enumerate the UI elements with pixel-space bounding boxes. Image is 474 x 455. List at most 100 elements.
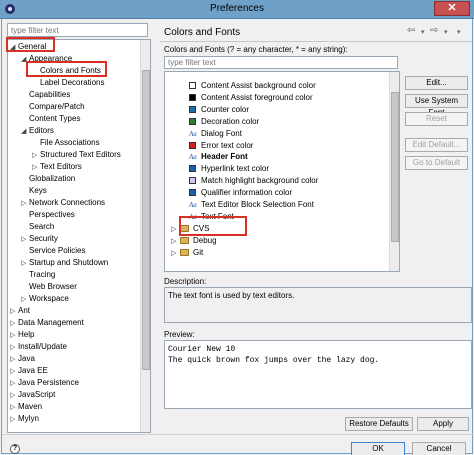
restore-defaults-button[interactable]: Restore Defaults (345, 417, 413, 431)
tree-item[interactable]: Globalization (21, 173, 75, 185)
tree-item[interactable]: ▷ Data Management (10, 317, 84, 329)
color-swatch-icon (189, 117, 196, 125)
color-font-item[interactable]: Decoration color (189, 116, 259, 128)
tree-item[interactable]: Keys (21, 185, 47, 197)
color-font-item[interactable]: Error text color (189, 140, 253, 152)
collapse-arrow-icon[interactable]: ▷ (10, 414, 18, 426)
tree-item-label: Tracing (29, 270, 56, 279)
color-font-label: Debug (193, 235, 217, 245)
colors-tree-scrollbar-thumb[interactable] (391, 92, 399, 242)
expand-arrow-icon[interactable]: ◢ (21, 126, 29, 138)
tree-item-label: Label Decorations (40, 78, 105, 87)
colors-tree-scrollbar[interactable] (389, 72, 399, 271)
page-title: Colors and Fonts (164, 27, 241, 38)
tree-item[interactable]: ◢ Editors (21, 125, 54, 137)
edit-button[interactable]: Edit... (405, 76, 468, 90)
tree-item[interactable]: Perspectives (21, 209, 75, 221)
color-swatch-icon (189, 82, 196, 89)
tree-item[interactable]: ▷ Workspace (21, 293, 69, 305)
tree-item-label: Keys (29, 186, 47, 195)
tree-item[interactable]: ▷ Security (21, 233, 58, 245)
tree-item-label: Help (18, 330, 35, 339)
color-font-item[interactable]: ▷ Git (171, 247, 203, 259)
preferences-window: ◢General◢AppearanceColors and FontsLabel… (1, 19, 474, 455)
tree-item[interactable]: Service Policies (21, 245, 85, 257)
tree-item[interactable]: Capabilities (21, 89, 70, 101)
color-font-item[interactable]: Content Assist background color (189, 80, 316, 92)
highlight-general (6, 37, 55, 52)
tree-item-label: Ant (18, 306, 31, 315)
tree-item[interactable]: ▷ Maven (10, 401, 42, 413)
tree-item[interactable]: ▷ Ant (10, 305, 30, 317)
color-font-label: Header Font (201, 152, 248, 162)
tree-item[interactable]: ▷ Startup and Shutdown (21, 257, 108, 269)
tree-item[interactable]: Search (21, 221, 54, 233)
tree-item[interactable]: ▷ Structured Text Editors (32, 149, 121, 161)
view-menu-icon[interactable]: ▾ (457, 28, 461, 36)
tree-item[interactable]: ▷ Network Connections (21, 197, 105, 209)
folder-icon (180, 236, 189, 244)
tree-item[interactable]: ▷ JavaScript (10, 389, 55, 401)
back-icon[interactable]: ⇦ (407, 25, 415, 36)
use-system-font-button[interactable]: Use System Font (405, 94, 468, 117)
preferences-tree: ◢ General ◢ Appearance Colors and Fonts Label… (7, 39, 151, 433)
help-icon[interactable]: ? (10, 444, 20, 454)
tree-item[interactable]: ▷ Java EE (10, 365, 48, 377)
font-icon: Aa (189, 153, 197, 162)
color-font-item[interactable]: Match highlight background color (189, 175, 318, 187)
color-swatch-icon (189, 189, 196, 197)
tree-item[interactable]: ▷ Mylyn (10, 413, 39, 425)
tree-item[interactable]: ▷ Help (10, 329, 34, 341)
tree-item[interactable]: Tracing (21, 269, 55, 281)
tree-item-label: Network Connections (29, 198, 106, 207)
preview-line: The quick brown fox jumps over the lazy … (168, 356, 380, 365)
color-font-label: Text Editor Block Selection Font (201, 200, 314, 209)
edit-default-button[interactable]: Edit Default... (405, 138, 468, 152)
color-font-item[interactable]: Content Assist foreground color (189, 92, 313, 104)
tree-item-label: Workspace (29, 294, 69, 303)
forward-icon[interactable]: ⇨ (430, 25, 438, 36)
tree-item[interactable]: Content Types (21, 113, 80, 125)
back-menu-icon[interactable]: ▾ (421, 28, 425, 36)
tree-item[interactable]: ▷ Install/Update (10, 341, 67, 353)
tree-item[interactable]: ▷ Java Persistence (10, 377, 79, 389)
colors-filter-input[interactable] (164, 56, 398, 69)
go-to-default-button[interactable]: Go to Default (405, 156, 468, 170)
font-icon: Aa (189, 201, 197, 209)
tree-item-label: Service Policies (29, 246, 86, 255)
tree-item[interactable]: ▷ Text Editors (32, 161, 82, 173)
filter-input[interactable] (7, 23, 148, 37)
tree-item-label: Editors (29, 126, 54, 135)
color-font-item[interactable]: Qualifier information color (189, 187, 292, 199)
tree-item-label: Web Browser (29, 282, 77, 291)
tree-item-label: JavaScript (18, 390, 56, 399)
tree-item[interactable]: Web Browser (21, 281, 77, 293)
reset-button[interactable]: Reset (405, 112, 468, 126)
filter-hint: Colors and Fonts (? = any character, * =… (164, 45, 348, 54)
color-font-item[interactable]: ▷ Debug (171, 235, 217, 247)
tree-scrollbar-thumb[interactable] (142, 70, 150, 370)
forward-menu-icon[interactable]: ▾ (444, 28, 448, 36)
close-button[interactable]: ✕ (434, 1, 470, 16)
tree-item[interactable]: ▷ Java (10, 353, 35, 365)
collapse-arrow-icon[interactable]: ▷ (171, 248, 180, 260)
color-font-item[interactable]: Aa Text Editor Block Selection Font (189, 199, 314, 211)
color-font-label: Error text color (201, 140, 254, 150)
folder-icon (180, 248, 189, 256)
color-font-item[interactable]: Aa Header Font (189, 151, 248, 163)
tree-scrollbar[interactable] (140, 40, 150, 432)
color-font-label: Match highlight background color (201, 176, 319, 186)
color-font-item[interactable]: Hyperlink text color (189, 163, 269, 175)
color-font-label: Dialog Font (201, 128, 242, 138)
preview-label: Preview: (164, 330, 195, 339)
ok-button[interactable]: OK (351, 442, 405, 455)
tree-item[interactable]: File Associations (32, 137, 100, 149)
tree-item-label: Globalization (29, 174, 76, 183)
tree-item-label: Mylyn (18, 414, 39, 423)
tree-item[interactable]: Compare/Patch (21, 101, 85, 113)
apply-button[interactable]: Apply (417, 417, 469, 431)
color-font-item[interactable]: Aa Dialog Font (189, 128, 242, 140)
color-font-item[interactable]: Counter color (189, 104, 249, 116)
cancel-button[interactable]: Cancel (412, 442, 466, 455)
tree-item[interactable]: Label Decorations (32, 77, 104, 89)
